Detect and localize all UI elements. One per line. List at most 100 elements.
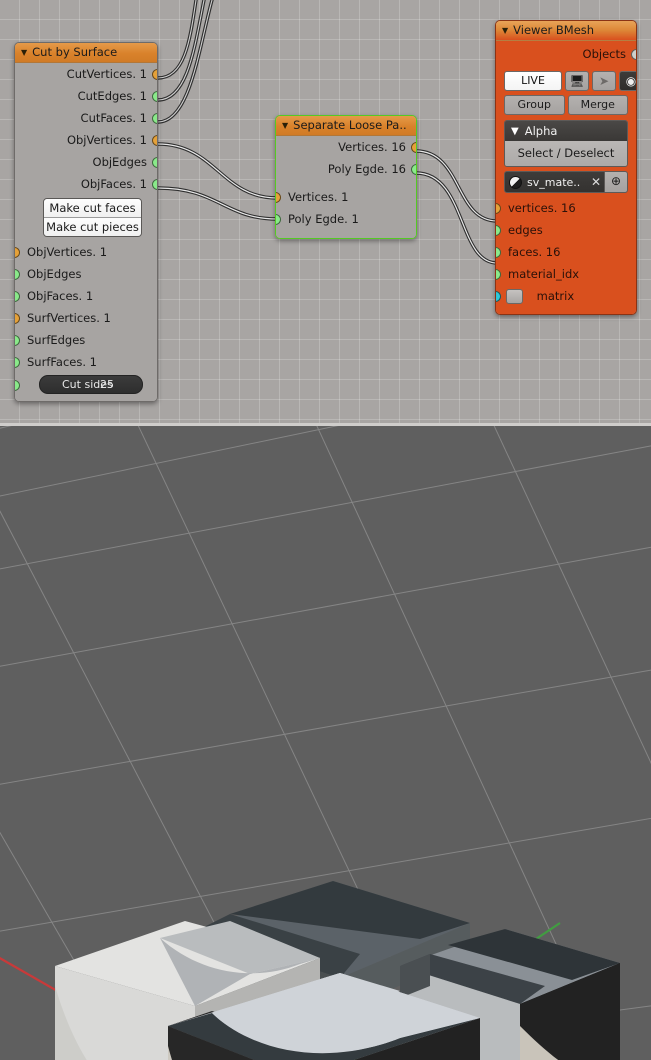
- socket-surfedges[interactable]: [15, 334, 20, 346]
- cut-sides-slider[interactable]: Cut sides 25: [39, 375, 143, 394]
- socket-polyegde-in[interactable]: [276, 213, 281, 225]
- socket-label: Poly Egde. 16: [327, 162, 406, 176]
- cut-sides-row[interactable]: Cut sides 25: [15, 375, 157, 395]
- socket-cutfaces[interactable]: [152, 112, 157, 124]
- merge-button[interactable]: Merge: [567, 95, 628, 115]
- cut-mode-button-group[interactable]: Make cut faces Make cut pieces: [43, 198, 142, 237]
- monitor-icon[interactable]: 🖥: [565, 71, 589, 91]
- node-cut-by-surface[interactable]: ▼ Cut by Surface CutVertices. 1 CutEdges.…: [14, 42, 158, 402]
- node-body: Objects LIVE 🖥 ➤ ◉ Group Merge ▼ Alpha S…: [496, 41, 636, 314]
- triangle-down-icon[interactable]: ▼: [21, 43, 27, 62]
- viewport-canvas: [0, 426, 651, 1060]
- select-deselect-button[interactable]: Select / Deselect: [505, 141, 627, 166]
- node-header-separate-loose-parts[interactable]: ▼ Separate Loose Pa..: [276, 116, 416, 136]
- live-toggle-button[interactable]: LIVE: [504, 71, 562, 91]
- node-title: Separate Loose Pa..: [293, 118, 407, 132]
- node-separate-loose-parts[interactable]: ▼ Separate Loose Pa.. Vertices. 16 Poly E…: [275, 115, 417, 239]
- output-row[interactable]: ObjEdges: [15, 151, 157, 173]
- socket-objfaces-in[interactable]: [15, 290, 20, 302]
- material-selector[interactable]: sv_mate.. ✕ ⊕: [504, 171, 628, 193]
- socket-polyegde-out[interactable]: [411, 163, 416, 175]
- viewer-toolbar[interactable]: LIVE 🖥 ➤ ◉: [496, 71, 636, 91]
- triangle-down-icon[interactable]: ▼: [511, 122, 519, 142]
- input-row[interactable]: Poly Egde. 1: [276, 208, 416, 230]
- socket-objvertices-in[interactable]: [15, 246, 20, 258]
- triangle-down-icon[interactable]: ▼: [502, 21, 508, 40]
- socket-label: Vertices. 1: [288, 190, 349, 204]
- socket-label: Vertices. 16: [338, 140, 406, 154]
- socket-objedges-out[interactable]: [152, 156, 157, 168]
- material-sphere-icon: [505, 175, 525, 189]
- socket-edges[interactable]: [496, 224, 501, 236]
- socket-label: ObjEdges: [27, 267, 82, 281]
- socket-faces[interactable]: [496, 246, 501, 258]
- socket-material-idx[interactable]: [496, 268, 501, 280]
- socket-objfaces-out[interactable]: [152, 178, 157, 190]
- input-row[interactable]: ObjVertices. 1: [15, 241, 157, 263]
- input-row[interactable]: edges: [496, 219, 636, 241]
- output-row[interactable]: ObjFaces. 1: [15, 173, 157, 195]
- camera-icon[interactable]: ◉: [619, 71, 636, 91]
- output-row[interactable]: CutVertices. 1: [15, 63, 157, 85]
- socket-label: CutVertices. 1: [66, 67, 147, 81]
- output-row[interactable]: CutEdges. 1: [15, 85, 157, 107]
- node-header-cut-by-surface[interactable]: ▼ Cut by Surface: [15, 43, 157, 63]
- socket-label: ObjFaces. 1: [27, 289, 94, 303]
- socket-label: Objects: [582, 47, 626, 61]
- input-row[interactable]: material_idx: [496, 263, 636, 285]
- group-button[interactable]: Group: [504, 95, 565, 115]
- socket-surfvertices[interactable]: [15, 312, 20, 324]
- socket-label: SurfFaces. 1: [27, 355, 97, 369]
- input-row[interactable]: SurfEdges: [15, 329, 157, 351]
- input-row[interactable]: vertices. 16: [496, 197, 636, 219]
- input-row[interactable]: Vertices. 1: [276, 186, 416, 208]
- alpha-panel[interactable]: ▼ Alpha Select / Deselect: [504, 120, 628, 167]
- socket-objedges-in[interactable]: [15, 268, 20, 280]
- socket-label: SurfEdges: [27, 333, 86, 347]
- matrix-icon[interactable]: [506, 289, 523, 304]
- input-row[interactable]: ObjEdges: [15, 263, 157, 285]
- node-header-viewer-bmesh[interactable]: ▼ Viewer BMesh: [496, 21, 636, 41]
- socket-label: ObjFaces. 1: [80, 177, 147, 191]
- socket-vertices-out[interactable]: [411, 141, 416, 153]
- socket-label: CutFaces. 1: [80, 111, 147, 125]
- socket-objects[interactable]: [631, 48, 636, 60]
- socket-label: material_idx: [508, 267, 580, 281]
- socket-surffaces[interactable]: [15, 356, 20, 368]
- socket-label: Poly Egde. 1: [288, 212, 359, 226]
- input-row[interactable]: faces. 16: [496, 241, 636, 263]
- cut-sides-value: 25: [100, 378, 114, 391]
- blender-window: ▼ Cut by Surface CutVertices. 1 CutEdges.…: [0, 0, 651, 1060]
- socket-vertices-in[interactable]: [276, 191, 281, 203]
- input-row[interactable]: ObjFaces. 1: [15, 285, 157, 307]
- group-merge-row[interactable]: Group Merge: [496, 95, 636, 115]
- output-row[interactable]: Vertices. 16: [276, 136, 416, 158]
- socket-vertices[interactable]: [496, 202, 501, 214]
- triangle-down-icon[interactable]: ▼: [282, 116, 288, 135]
- 3d-viewport[interactable]: [0, 426, 651, 1060]
- socket-label: ObjEdges: [92, 155, 147, 169]
- input-row[interactable]: matrix: [496, 285, 636, 307]
- output-row[interactable]: Poly Egde. 16: [276, 158, 416, 180]
- socket-cut-sides[interactable]: [15, 379, 20, 391]
- make-cut-pieces-button[interactable]: Make cut pieces: [44, 218, 141, 236]
- socket-cutedges[interactable]: [152, 90, 157, 102]
- node-title: Cut by Surface: [32, 45, 118, 59]
- input-row[interactable]: SurfVertices. 1: [15, 307, 157, 329]
- plus-circle-icon[interactable]: ⊕: [604, 172, 627, 192]
- close-x-icon[interactable]: ✕: [588, 175, 604, 189]
- alpha-panel-header[interactable]: ▼ Alpha: [505, 121, 627, 141]
- socket-objvertices-out[interactable]: [152, 134, 157, 146]
- socket-label: vertices. 16: [508, 201, 576, 215]
- output-row[interactable]: Objects: [496, 41, 636, 67]
- socket-matrix[interactable]: [496, 290, 501, 302]
- output-row[interactable]: CutFaces. 1: [15, 107, 157, 129]
- socket-label: matrix: [536, 289, 575, 303]
- make-cut-faces-button[interactable]: Make cut faces: [44, 199, 141, 218]
- cursor-arrow-icon[interactable]: ➤: [592, 71, 616, 91]
- socket-cutvertices[interactable]: [152, 68, 157, 80]
- node-editor-area[interactable]: ▼ Cut by Surface CutVertices. 1 CutEdges.…: [0, 0, 651, 426]
- input-row[interactable]: SurfFaces. 1: [15, 351, 157, 373]
- output-row[interactable]: ObjVertices. 1: [15, 129, 157, 151]
- node-viewer-bmesh[interactable]: ▼ Viewer BMesh Objects LIVE 🖥 ➤ ◉ Group: [495, 20, 637, 315]
